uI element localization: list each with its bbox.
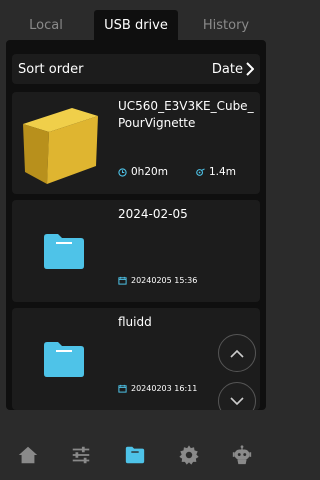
tab-usb-drive[interactable]: USB drive [94, 10, 178, 40]
home-icon [18, 446, 38, 464]
duration-text: 0h20m [131, 166, 168, 178]
tab-history[interactable]: History [186, 10, 266, 40]
nav-home[interactable] [15, 442, 41, 468]
print-duration: 0h20m [118, 166, 168, 178]
chevron-right-icon [246, 62, 254, 76]
calendar-icon [118, 384, 127, 393]
folder-date: 20240205 15:36 [118, 276, 197, 285]
file-name: UC560_E3V3KE_Cube_PourVignette [118, 99, 254, 130]
cube-thumbnail-icon [23, 108, 98, 184]
tab-local[interactable]: Local [8, 10, 84, 40]
folder-date: 20240203 16:11 [118, 384, 197, 393]
folder-icon [44, 341, 84, 377]
nav-settings[interactable] [176, 442, 202, 468]
scroll-up-button[interactable] [218, 334, 256, 372]
folder-icon [125, 446, 145, 464]
clock-icon [118, 167, 127, 177]
chevron-down-icon [230, 396, 244, 405]
bottom-nav [0, 430, 272, 480]
folder-item[interactable]: 2024-02-05 20240205 15:36 [12, 200, 260, 302]
sort-order-value: Date [212, 62, 254, 77]
filament-length: 1.4m [196, 166, 236, 178]
nav-assistant[interactable] [229, 442, 255, 468]
filament-spool-icon [196, 167, 205, 176]
date-text: 20240205 15:36 [131, 276, 198, 285]
date-text: 20240203 16:11 [131, 384, 198, 393]
file-item-model[interactable]: UC560_E3V3KE_Cube_PourVignette 0h20m 1.4… [12, 92, 260, 194]
sliders-icon [72, 446, 90, 464]
folder-name: fluidd [118, 315, 152, 329]
filament-text: 1.4m [209, 166, 236, 178]
folder-name: 2024-02-05 [118, 207, 188, 221]
gear-icon [179, 445, 199, 465]
robot-icon [232, 445, 252, 465]
folder-icon [44, 233, 84, 269]
nav-files[interactable] [122, 442, 148, 468]
file-list-panel: Sort order Date UC560_E3V3KE_Cube_PourVi… [6, 40, 266, 410]
sort-order-row[interactable]: Sort order Date [12, 54, 260, 84]
tab-bar: Local USB drive History [0, 0, 272, 44]
calendar-icon [118, 276, 127, 285]
nav-controls[interactable] [68, 442, 94, 468]
sort-order-label: Sort order [18, 61, 84, 77]
model-thumbnail [20, 100, 100, 186]
chevron-up-icon [230, 349, 244, 358]
sort-value-text: Date [211, 61, 243, 77]
